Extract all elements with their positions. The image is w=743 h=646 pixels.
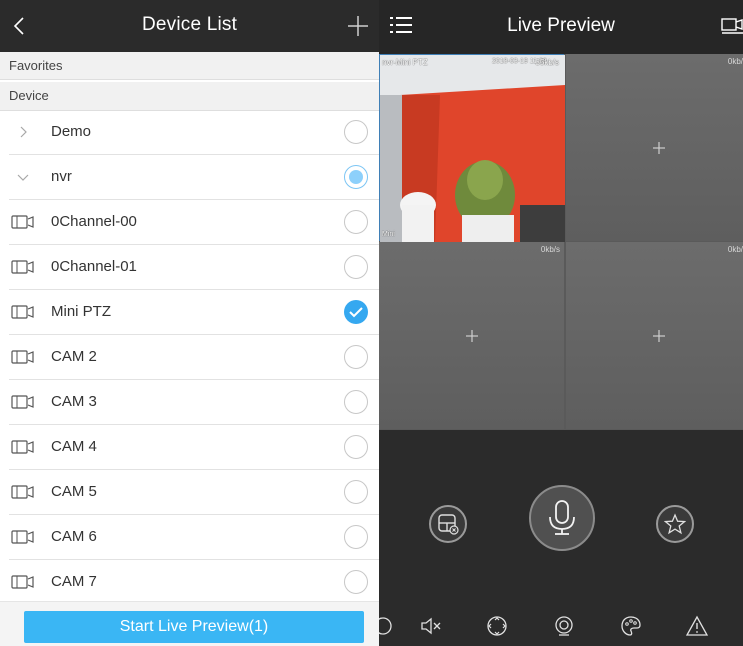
list-item-label: CAM 5	[51, 483, 97, 500]
preview-tile-empty[interactable]: 0kb/s	[379, 242, 564, 429]
list-item[interactable]: CAM 4	[9, 425, 379, 470]
list-item-label: Demo	[51, 123, 92, 140]
select-radio[interactable]	[344, 525, 368, 549]
alarm-warning-icon	[685, 615, 709, 636]
favorite-button[interactable]	[656, 505, 694, 543]
device-section: Device	[0, 82, 379, 111]
page-title: Live Preview	[507, 15, 615, 36]
tile-osd-text: Mini	[382, 231, 395, 238]
camera-icon	[9, 245, 37, 289]
alarm-button[interactable]	[685, 614, 709, 638]
preview-tile-live[interactable]: nvr-Mini PTZ 2018-03-19 11:38 35kb/s Min…	[379, 54, 565, 242]
select-radio[interactable]	[344, 210, 368, 234]
camera-icon	[9, 335, 37, 379]
device-list: Demo nvr 0Channel-00 0Channel-01 Mini PT…	[0, 110, 379, 605]
camera-icon	[9, 200, 37, 244]
tile-bitrate: 0kb/s	[727, 245, 743, 254]
bottom-toolbar	[379, 606, 743, 646]
mute-icon	[421, 617, 441, 635]
add-device-button[interactable]	[345, 13, 371, 39]
list-item-label: CAM 2	[51, 348, 97, 365]
list-item-label: 0Channel-01	[51, 258, 137, 275]
camera-icon	[9, 470, 37, 514]
list-item-label: CAM 6	[51, 528, 97, 545]
select-radio-checked[interactable]	[344, 300, 368, 324]
select-radio[interactable]	[344, 570, 368, 594]
device-list-footer: Start Live Preview(1)	[0, 601, 379, 646]
favorite-star-icon	[664, 513, 686, 535]
checkmark-icon	[349, 307, 363, 318]
list-item[interactable]: CAM 6	[9, 515, 379, 560]
select-radio[interactable]	[344, 435, 368, 459]
image-settings-button[interactable]	[619, 614, 643, 638]
camera-icon	[721, 18, 743, 34]
list-item-label: 0Channel-00	[51, 213, 137, 230]
list-item[interactable]: CAM 7	[9, 560, 379, 605]
chevron-right-icon	[9, 110, 37, 154]
list-item[interactable]: CAM 2	[9, 335, 379, 380]
talk-microphone-button[interactable]	[529, 485, 595, 551]
camera-icon	[9, 560, 37, 604]
list-item-label: CAM 7	[51, 573, 97, 590]
list-item-label: nvr	[51, 168, 72, 185]
list-item[interactable]: CAM 5	[9, 470, 379, 515]
microphone-icon	[549, 500, 575, 535]
record-icon	[555, 616, 573, 636]
list-item[interactable]: 0Channel-01	[9, 245, 379, 290]
list-item-label: Mini PTZ	[51, 303, 111, 320]
preview-tile-empty[interactable]: 0kb/s	[566, 242, 743, 429]
camera-icon	[9, 290, 37, 334]
favorites-section[interactable]: Favorites	[0, 52, 379, 80]
list-item-label: CAM 4	[51, 438, 97, 455]
preview-grid: nvr-Mini PTZ 2018-03-19 11:38 35kb/s Min…	[379, 54, 743, 430]
live-preview-panel: Live Preview nvr-Mini PTZ 2018-03-19 11:…	[379, 0, 743, 646]
add-channel-icon	[652, 141, 665, 154]
preview-tile-empty[interactable]: 0kb/s	[566, 54, 743, 241]
list-item-label: CAM 3	[51, 393, 97, 410]
device-list-panel: Device List Favorites Device Demo nvr 0C…	[0, 0, 379, 646]
split-screen-button[interactable]	[429, 505, 467, 543]
plus-icon	[348, 16, 368, 36]
tile-bitrate: 0kb/s	[727, 57, 743, 66]
start-live-preview-button[interactable]: Start Live Preview(1)	[24, 611, 364, 643]
list-item[interactable]: Demo	[9, 110, 379, 155]
device-list-header: Device List	[0, 0, 379, 52]
select-radio[interactable]	[344, 165, 368, 189]
camera-icon	[9, 425, 37, 469]
ptz-icon	[487, 616, 507, 636]
color-palette-icon	[621, 616, 641, 636]
tile-bitrate: 35kb/s	[535, 58, 559, 67]
page-title: Device List	[141, 14, 238, 35]
preview-controls	[379, 430, 743, 646]
select-radio[interactable]	[344, 480, 368, 504]
camera-list-button[interactable]	[721, 16, 743, 41]
add-channel-icon	[465, 329, 478, 342]
list-item[interactable]: CAM 3	[9, 380, 379, 425]
list-item[interactable]: Mini PTZ	[9, 290, 379, 335]
tile-bitrate: 0kb/s	[540, 245, 560, 254]
record-button[interactable]	[552, 614, 576, 638]
select-radio[interactable]	[344, 120, 368, 144]
list-item[interactable]: nvr	[9, 155, 379, 200]
chevron-down-icon	[9, 155, 37, 199]
add-channel-icon	[652, 329, 665, 342]
select-radio[interactable]	[344, 390, 368, 414]
camera-icon	[9, 380, 37, 424]
power-button[interactable]	[379, 614, 395, 638]
power-icon	[379, 617, 392, 635]
split-screen-icon	[438, 514, 459, 535]
select-radio[interactable]	[344, 345, 368, 369]
camera-icon	[9, 515, 37, 559]
ptz-button[interactable]	[485, 614, 509, 638]
mute-button[interactable]	[419, 614, 443, 638]
tile-channel-name: nvr-Mini PTZ	[382, 58, 428, 67]
select-radio[interactable]	[344, 255, 368, 279]
list-item[interactable]: 0Channel-00	[9, 200, 379, 245]
video-frame-image	[380, 55, 565, 242]
live-preview-header: Live Preview	[379, 0, 743, 54]
